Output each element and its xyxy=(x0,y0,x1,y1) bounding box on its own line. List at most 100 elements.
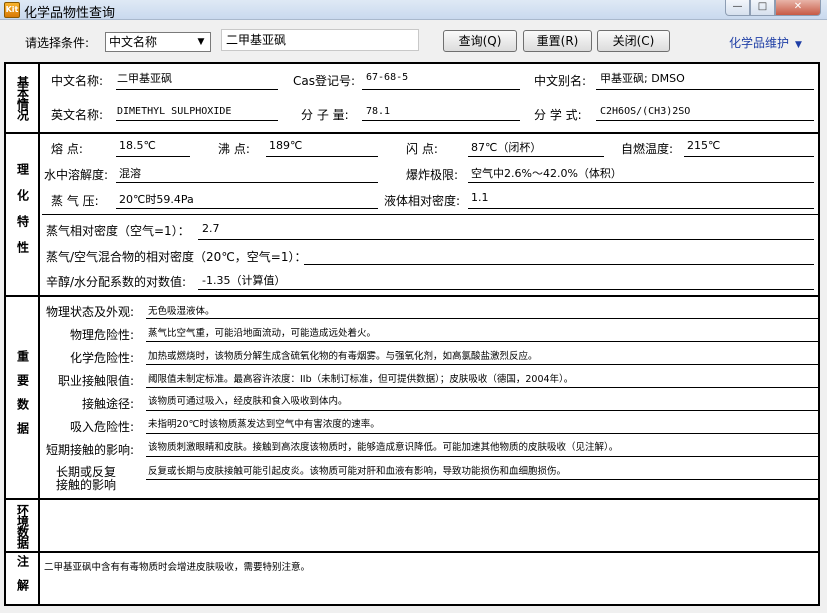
important-row-label: 短期接触的影响: xyxy=(45,443,134,457)
notes-text: 二甲基亚砜中含有有毒物质时会增进皮肤吸收，需要特别注意。 xyxy=(44,562,311,573)
important-row-value: 蒸气比空气重，可能沿地面流动，可能造成远处着火。 xyxy=(148,328,377,339)
minimize-button[interactable]: — xyxy=(725,0,750,16)
liquid-density-label: 液体相对密度: xyxy=(384,194,461,208)
section-environment: 环境数据 xyxy=(6,500,818,553)
section-environment-label: 环境数据 xyxy=(15,503,30,548)
formula-label: 分 学 式: xyxy=(534,108,582,122)
section-basic-title: 基本情况 xyxy=(6,64,40,132)
chevron-down-icon[interactable]: ▼ xyxy=(194,34,208,50)
important-row-value: 反复或长期与皮肤接触可能引起皮炎。该物质可能对肝和血液有影响，导致功能损伤和血细… xyxy=(148,466,567,477)
app-icon: Kit xyxy=(4,2,20,18)
underline xyxy=(468,208,814,209)
log-kow-label: 辛醇/水分配系数的对数值: xyxy=(46,275,187,289)
important-row-label: 接触途径: xyxy=(81,397,134,411)
search-toolbar: 请选择条件: 中文名称 ▼ 二甲基亚砜 查询(Q) 重置(R) 关闭(C) 化学… xyxy=(0,20,827,62)
important-row-value: 加热或燃烧时，该物质分解生成含硫氧化物的有毒烟雾。与强氧化剂，如高氯酸盐激烈反应… xyxy=(148,351,538,362)
explosion-limit-label: 爆炸极限: xyxy=(406,168,459,182)
solubility-label: 水中溶解度: xyxy=(44,168,109,182)
liquid-density-value: 1.1 xyxy=(471,191,489,204)
query-button[interactable]: 查询(Q) xyxy=(443,30,517,52)
explosion-limit-value: 空气中2.6%～42.0%（体积） xyxy=(471,167,622,180)
important-row-label: 职业接触限值: xyxy=(57,374,134,388)
cas-value: 67-68-5 xyxy=(366,72,409,83)
vapor-density-label: 蒸气相对密度（空气=1）： xyxy=(46,224,190,238)
important-row-label: 吸入危险性: xyxy=(69,420,134,434)
underline xyxy=(468,156,604,157)
bp-value: 189℃ xyxy=(269,139,303,152)
important-row-value: 该物质刺激眼睛和皮肤。接触到高浓度该物质时，能够造成意识降低。可能加速其他物质的… xyxy=(148,442,619,453)
cas-label: Cas登记号: xyxy=(293,74,356,88)
underline xyxy=(596,89,814,90)
section-physchem: 理化特性 熔 点: 18.5℃ 沸 点: 189℃ 闪 点: 87℃（闭杯） 自… xyxy=(6,134,818,297)
row-divider xyxy=(146,456,818,457)
reset-button[interactable]: 重置(R) xyxy=(523,30,592,52)
section-notes-title: 注解 xyxy=(6,553,40,604)
section-physchem-label: 理化特性 xyxy=(15,162,30,267)
close-button[interactable]: 关闭(C) xyxy=(597,30,670,52)
condition-select[interactable]: 中文名称 ▼ xyxy=(105,32,211,52)
log-kow-value: -1.35（计算值） xyxy=(202,274,286,287)
chemical-maintenance-menu[interactable]: 化学品维护 ▼ xyxy=(729,34,802,51)
bp-label: 沸 点: xyxy=(218,142,250,156)
important-row-label: 化学危险性: xyxy=(69,351,134,365)
autoignition-value: 215℃ xyxy=(687,139,721,152)
formula-value: C2H6OS/(CH3)2SO xyxy=(600,106,691,117)
important-row-label: 接触的影响 xyxy=(55,478,116,492)
divider xyxy=(42,214,818,215)
cn-name-label: 中文名称: xyxy=(51,74,104,88)
vapor-pressure-value: 20℃时59.4Pa xyxy=(119,193,194,206)
mixture-density-label: 蒸气/空气混合物的相对密度（20℃，空气=1）： xyxy=(46,250,307,264)
mw-label: 分 子 量: xyxy=(301,108,349,122)
vapor-density-value: 2.7 xyxy=(202,222,220,235)
row-divider xyxy=(146,341,818,342)
underline xyxy=(468,182,814,183)
search-input[interactable]: 二甲基亚砜 xyxy=(221,29,419,51)
underline xyxy=(304,264,814,265)
section-important-label: 重要数据 xyxy=(15,349,30,446)
caret-down-icon: ▼ xyxy=(795,40,802,50)
underline xyxy=(362,120,520,121)
underline xyxy=(362,89,520,90)
section-physchem-title: 理化特性 xyxy=(6,134,40,295)
chemical-maintenance-label: 化学品维护 xyxy=(729,36,790,50)
important-row-value: 该物质可通过吸入，经皮肤和食入吸收到体内。 xyxy=(148,396,348,407)
en-name-value: DIMETHYL SULPHOXIDE xyxy=(117,106,232,117)
important-row-value: 未指明20℃时该物质蒸发达到空气中有害浓度的速率。 xyxy=(148,419,380,430)
solubility-value: 混溶 xyxy=(119,167,141,180)
important-row-value: 阈限值未制定标准。最高容许浓度：IIb（未制订标准，但可提供数据）；皮肤吸收（德… xyxy=(148,374,574,385)
underline xyxy=(116,208,378,209)
row-divider xyxy=(146,433,818,434)
important-row-label: 物理危险性: xyxy=(69,328,134,342)
section-notes-label: 注解 xyxy=(15,554,30,603)
underline xyxy=(116,182,378,183)
section-basic-label: 基本情况 xyxy=(15,76,30,120)
underline xyxy=(116,120,278,121)
mp-label: 熔 点: xyxy=(51,142,83,156)
cn-name-value: 二甲基亚砜 xyxy=(117,72,172,85)
row-divider xyxy=(146,318,818,319)
underline xyxy=(198,289,814,290)
important-row-label: 物理状态及外观: xyxy=(45,305,134,319)
section-important-title: 重要数据 xyxy=(6,297,40,498)
fp-value: 87℃（闭杯） xyxy=(471,141,542,154)
record-panel: 基本情况 中文名称: 二甲基亚砜 Cas登记号: 67-68-5 中文别名: 甲… xyxy=(4,62,820,606)
important-row-value: 无色吸湿液体。 xyxy=(148,306,215,317)
section-notes: 注解 二甲基亚砜中含有有毒物质时会增进皮肤吸收，需要特别注意。 xyxy=(6,553,818,604)
title-bar: Kit 化学品物性查询 — □ ✕ xyxy=(0,0,827,21)
section-basic: 基本情况 中文名称: 二甲基亚砜 Cas登记号: 67-68-5 中文别名: 甲… xyxy=(6,64,818,134)
en-name-label: 英文名称: xyxy=(51,108,104,122)
row-divider xyxy=(146,387,818,388)
section-important: 重要数据 物理状态及外观: 无色吸湿液体。 物理危险性: 蒸气比空气重，可能沿地… xyxy=(6,297,818,500)
fp-label: 闪 点: xyxy=(406,142,438,156)
alias-label: 中文别名: xyxy=(534,74,587,88)
close-window-button[interactable]: ✕ xyxy=(775,0,821,16)
row-divider xyxy=(146,364,818,365)
autoignition-label: 自燃温度: xyxy=(621,142,674,156)
maximize-button[interactable]: □ xyxy=(750,0,775,16)
underline xyxy=(116,89,278,90)
row-divider xyxy=(146,410,818,411)
row-divider xyxy=(146,479,818,480)
condition-label: 请选择条件: xyxy=(25,36,90,50)
underline xyxy=(116,156,190,157)
mw-value: 78.1 xyxy=(366,106,391,117)
